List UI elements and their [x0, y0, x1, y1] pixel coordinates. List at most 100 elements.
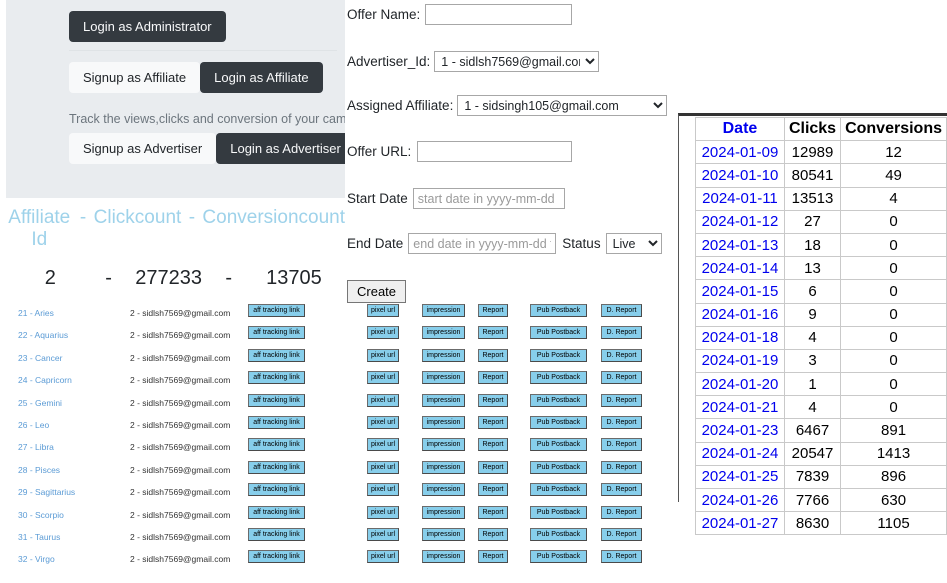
- pub-postback-button[interactable]: Pub Postback: [530, 528, 587, 541]
- offer-name-link[interactable]: 23 - Cancer: [18, 353, 62, 363]
- d-report-button[interactable]: D. Report: [601, 326, 642, 339]
- aff-tracking-link-button[interactable]: aff tracking link: [248, 304, 305, 317]
- impression-button[interactable]: impression: [422, 371, 465, 384]
- column-header-date[interactable]: Date: [696, 118, 785, 141]
- pixel-url-button[interactable]: pixel url: [367, 304, 399, 317]
- aff-tracking-link-button[interactable]: aff tracking link: [248, 461, 305, 474]
- offer-name-link[interactable]: 21 - Aries: [18, 308, 54, 318]
- offer-name-link[interactable]: 22 - Aquarius: [18, 330, 68, 340]
- aff-tracking-link-button[interactable]: aff tracking link: [248, 371, 305, 384]
- pub-postback-button[interactable]: Pub Postback: [530, 394, 587, 407]
- offer-name-link[interactable]: 30 - Scorpio: [18, 510, 64, 520]
- report-button[interactable]: Report: [478, 371, 508, 384]
- pixel-url-button[interactable]: pixel url: [367, 438, 399, 451]
- pub-postback-button[interactable]: Pub Postback: [530, 371, 587, 384]
- offer-name-link[interactable]: 25 - Gemini: [18, 398, 62, 408]
- offer-name-link[interactable]: 27 - Libra: [18, 442, 54, 452]
- impression-button[interactable]: impression: [422, 528, 465, 541]
- assigned-affiliate-select[interactable]: 1 - sidsingh105@gmail.com: [457, 95, 667, 116]
- aff-tracking-link-button[interactable]: aff tracking link: [248, 483, 305, 496]
- advertiser-id-select[interactable]: 1 - sidlsh7569@gmail.com: [434, 51, 599, 72]
- cell-date[interactable]: 2024-01-12: [696, 210, 785, 233]
- report-button[interactable]: Report: [478, 506, 508, 519]
- pixel-url-button[interactable]: pixel url: [367, 371, 399, 384]
- pixel-url-button[interactable]: pixel url: [367, 506, 399, 519]
- aff-tracking-link-button[interactable]: aff tracking link: [248, 438, 305, 451]
- offer-name-link[interactable]: 32 - Virgo: [18, 554, 55, 564]
- d-report-button[interactable]: D. Report: [601, 550, 642, 563]
- impression-button[interactable]: impression: [422, 416, 465, 429]
- pub-postback-button[interactable]: Pub Postback: [530, 506, 587, 519]
- impression-button[interactable]: impression: [422, 304, 465, 317]
- cell-date[interactable]: 2024-01-13: [696, 233, 785, 256]
- d-report-button[interactable]: D. Report: [601, 506, 642, 519]
- aff-tracking-link-button[interactable]: aff tracking link: [248, 349, 305, 362]
- aff-tracking-link-button[interactable]: aff tracking link: [248, 326, 305, 339]
- pixel-url-button[interactable]: pixel url: [367, 416, 399, 429]
- report-button[interactable]: Report: [478, 461, 508, 474]
- offer-name-input[interactable]: [425, 4, 572, 25]
- offer-name-link[interactable]: 31 - Taurus: [18, 532, 60, 542]
- cell-date[interactable]: 2024-01-10: [696, 164, 785, 187]
- d-report-button[interactable]: D. Report: [601, 438, 642, 451]
- d-report-button[interactable]: D. Report: [601, 483, 642, 496]
- status-select[interactable]: Live: [606, 233, 662, 254]
- report-button[interactable]: Report: [478, 394, 508, 407]
- d-report-button[interactable]: D. Report: [601, 371, 642, 384]
- offer-name-link[interactable]: 28 - Pisces: [18, 465, 60, 475]
- aff-tracking-link-button[interactable]: aff tracking link: [248, 506, 305, 519]
- login-as-affiliate-button[interactable]: Login as Affiliate: [200, 62, 322, 93]
- report-button[interactable]: Report: [478, 438, 508, 451]
- d-report-button[interactable]: D. Report: [601, 528, 642, 541]
- report-button[interactable]: Report: [478, 416, 508, 429]
- end-date-input[interactable]: [408, 233, 556, 254]
- report-button[interactable]: Report: [478, 528, 508, 541]
- d-report-button[interactable]: D. Report: [601, 394, 642, 407]
- pixel-url-button[interactable]: pixel url: [367, 394, 399, 407]
- impression-button[interactable]: impression: [422, 506, 465, 519]
- impression-button[interactable]: impression: [422, 349, 465, 362]
- impression-button[interactable]: impression: [422, 326, 465, 339]
- offer-name-link[interactable]: 26 - Leo: [18, 420, 49, 430]
- pub-postback-button[interactable]: Pub Postback: [530, 550, 587, 563]
- pub-postback-button[interactable]: Pub Postback: [530, 326, 587, 339]
- d-report-button[interactable]: D. Report: [601, 349, 642, 362]
- pixel-url-button[interactable]: pixel url: [367, 349, 399, 362]
- impression-button[interactable]: impression: [422, 438, 465, 451]
- d-report-button[interactable]: D. Report: [601, 461, 642, 474]
- offer-name-link[interactable]: 24 - Capricorn: [18, 375, 72, 385]
- report-button[interactable]: Report: [478, 349, 508, 362]
- login-as-administrator-button[interactable]: Login as Administrator: [69, 11, 226, 42]
- impression-button[interactable]: impression: [422, 461, 465, 474]
- pub-postback-button[interactable]: Pub Postback: [530, 416, 587, 429]
- pub-postback-button[interactable]: Pub Postback: [530, 304, 587, 317]
- pixel-url-button[interactable]: pixel url: [367, 550, 399, 563]
- pub-postback-button[interactable]: Pub Postback: [530, 483, 587, 496]
- pixel-url-button[interactable]: pixel url: [367, 461, 399, 474]
- pixel-url-button[interactable]: pixel url: [367, 483, 399, 496]
- impression-button[interactable]: impression: [422, 394, 465, 407]
- cell-date[interactable]: 2024-01-09: [696, 141, 785, 164]
- d-report-button[interactable]: D. Report: [601, 304, 642, 317]
- pixel-url-button[interactable]: pixel url: [367, 326, 399, 339]
- report-button[interactable]: Report: [478, 304, 508, 317]
- report-button[interactable]: Report: [478, 483, 508, 496]
- create-button[interactable]: Create: [347, 280, 406, 303]
- offer-url-input[interactable]: [417, 141, 572, 162]
- cell-date[interactable]: 2024-01-11: [696, 187, 785, 210]
- aff-tracking-link-button[interactable]: aff tracking link: [248, 394, 305, 407]
- impression-button[interactable]: impression: [422, 483, 465, 496]
- pub-postback-button[interactable]: Pub Postback: [530, 438, 587, 451]
- cell-date[interactable]: 2024-01-14: [696, 257, 785, 280]
- signup-as-advertiser-button[interactable]: Signup as Advertiser: [69, 133, 216, 164]
- pixel-url-button[interactable]: pixel url: [367, 528, 399, 541]
- report-button[interactable]: Report: [478, 326, 508, 339]
- offer-name-link[interactable]: 29 - Sagittarius: [18, 487, 75, 497]
- pub-postback-button[interactable]: Pub Postback: [530, 461, 587, 474]
- login-as-advertiser-button[interactable]: Login as Advertiser: [216, 133, 355, 164]
- signup-as-affiliate-button[interactable]: Signup as Affiliate: [69, 62, 200, 93]
- cell-date[interactable]: 2024-01-15: [696, 280, 785, 303]
- impression-button[interactable]: impression: [422, 550, 465, 563]
- aff-tracking-link-button[interactable]: aff tracking link: [248, 550, 305, 563]
- aff-tracking-link-button[interactable]: aff tracking link: [248, 416, 305, 429]
